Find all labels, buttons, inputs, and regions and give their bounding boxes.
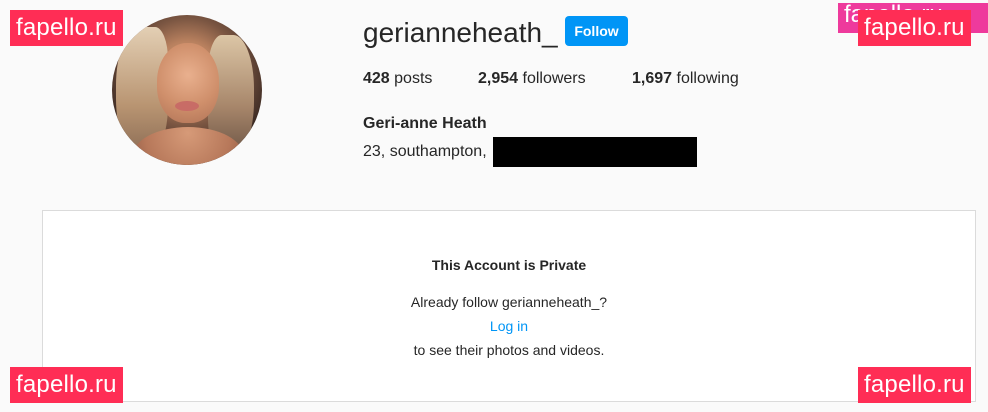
watermark-top-left: fapello.ru [10,10,123,46]
following-label: following [676,70,739,87]
watermark-bottom-left: fapello.ru [10,367,123,403]
profile-avatar[interactable] [112,15,262,165]
profile-stats: 428 posts 2,954 followers 1,697 followin… [363,69,739,89]
posts-label: posts [394,70,433,87]
private-account-title: This Account is Private [431,257,587,273]
profile-bio: 23, southampton, [363,137,697,167]
follow-button[interactable]: Follow [565,16,628,46]
profile-username: gerianneheath_ [363,17,558,48]
followers-count: 2,954 [478,70,519,87]
bio-text: 23, southampton, [363,143,487,160]
followers-label: followers [522,70,586,87]
following-count: 1,697 [632,70,673,87]
avatar-face [157,43,219,123]
avatar-lips [175,101,199,111]
profile-full-name: Geri-anne Heath [363,115,487,132]
watermark-bottom-right: fapello.ru [858,367,971,403]
stat-following[interactable]: 1,697 following [632,69,739,89]
already-follow-text: Already follow gerianneheath_? [410,294,608,310]
login-row: Log in [43,317,975,335]
login-link[interactable]: Log in [490,318,528,334]
stat-posts: 428 posts [363,69,478,89]
posts-count: 428 [363,70,390,87]
stat-followers[interactable]: 2,954 followers [478,69,632,89]
see-photos-text: to see their photos and videos. [413,342,605,358]
watermark-top-right: fapello.ru [858,10,971,46]
private-account-panel: This Account is Private Already follow g… [42,210,976,402]
redaction-box [492,137,697,167]
